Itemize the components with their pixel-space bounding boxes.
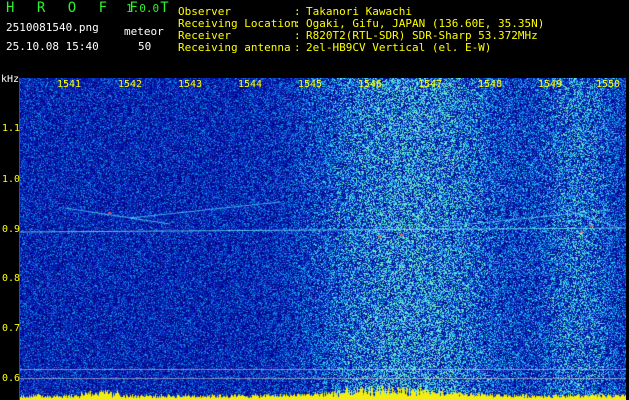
receiver-colon: : (294, 29, 301, 42)
antenna-colon: : (294, 41, 301, 54)
receiver-value: R820T2(RTL-SDR) SDR-Sharp 53.372MHz (306, 29, 538, 42)
observer-colon: : (294, 5, 301, 18)
x-tick-label: 1546 (358, 79, 383, 90)
x-tick-label: 1542 (118, 79, 143, 90)
x-tick-label: 1541 (57, 79, 82, 90)
y-tick-label: 1.0 (2, 174, 21, 185)
antenna-label: Receiving antenna (178, 41, 291, 54)
y-axis-unit: kHz (1, 74, 20, 85)
date-time: 25.10.08 15:40 (6, 40, 99, 53)
y-tick-label: 0.7 (2, 323, 21, 334)
y-tick-label: 0.9 (2, 224, 21, 235)
location-value: Ogaki, Gifu, JAPAN (136.60E, 35.35N) (306, 17, 545, 30)
app-version: 1.0.0 (126, 2, 160, 15)
spectrogram (20, 78, 626, 400)
receiver-label: Receiver (178, 29, 231, 42)
y-tick-label: 1.1 (2, 123, 21, 134)
meteor-count-value: 50 (138, 40, 152, 53)
meteor-count-label: meteor (124, 25, 164, 38)
x-tick-label: 1548 (478, 79, 503, 90)
y-tick-label: 0.8 (2, 273, 21, 284)
x-tick-label: 1545 (298, 79, 323, 90)
x-tick-label: 1544 (238, 79, 263, 90)
x-tick-label: 1543 (178, 79, 203, 90)
antenna-value: 2el-HB9CV Vertical (el. E-W) (306, 41, 492, 54)
observer-value: Takanori Kawachi (306, 5, 412, 18)
y-tick-label: 0.6 (2, 373, 21, 384)
hrofft-window: H R O F F T 1.0.0 2510081540.png meteor … (0, 0, 629, 400)
x-tick-label: 1547 (418, 79, 443, 90)
observer-label: Observer (178, 5, 231, 18)
spectrogram-canvas (20, 78, 626, 400)
file-name: 2510081540.png (6, 21, 99, 34)
x-tick-label: 1550 (596, 79, 621, 90)
x-tick-label: 1549 (538, 79, 563, 90)
location-colon: : (294, 17, 301, 30)
location-label: Receiving Location (178, 17, 298, 30)
